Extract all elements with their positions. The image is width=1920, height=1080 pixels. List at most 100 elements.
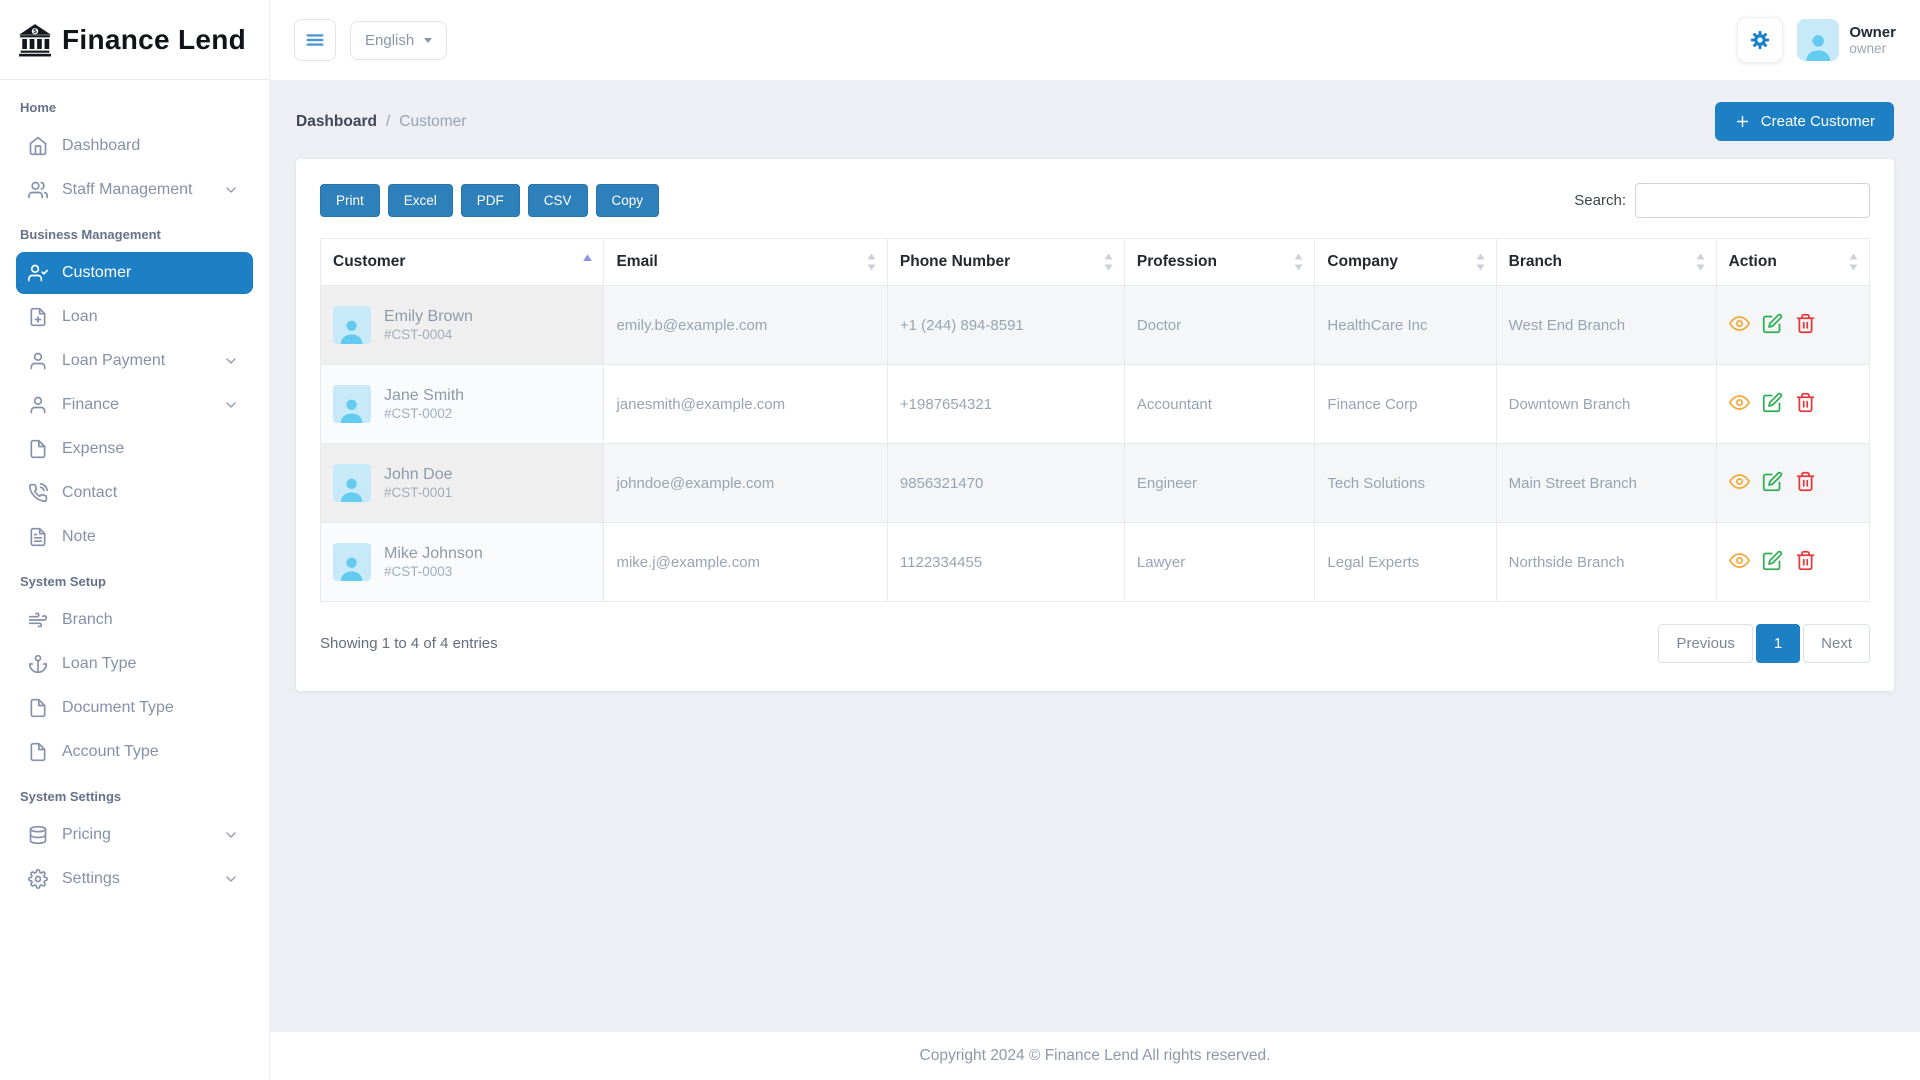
anchor-icon <box>28 654 48 674</box>
column-header-branch[interactable]: Branch <box>1495 238 1717 286</box>
delete-button[interactable] <box>1795 550 1816 571</box>
search-input[interactable] <box>1635 183 1870 218</box>
phone-cell: 1122334455 <box>886 522 1125 602</box>
file-icon <box>28 742 48 762</box>
customer-cell: Mike Johnson #CST-0003 <box>319 522 605 602</box>
user-check-icon <box>28 263 48 283</box>
column-header-action[interactable]: Action <box>1715 238 1871 286</box>
entries-info: Showing 1 to 4 of 4 entries <box>320 635 498 652</box>
next-page-button[interactable]: Next <box>1803 624 1870 663</box>
home-icon <box>28 136 48 156</box>
main-area: English Owner owner Dashboard / Customer… <box>270 0 1920 1080</box>
branch-cell: West End Branch <box>1495 285 1717 365</box>
delete-button[interactable] <box>1795 392 1816 413</box>
column-header-customer[interactable]: Customer <box>319 238 605 286</box>
profession-cell: Doctor <box>1123 285 1316 365</box>
view-button[interactable] <box>1729 471 1750 492</box>
breadcrumb-dashboard[interactable]: Dashboard <box>296 113 377 131</box>
sidebar-item-pricing[interactable]: Pricing <box>16 814 253 856</box>
email-cell: emily.b@example.com <box>603 285 888 365</box>
phone-cell: +1 (244) 894-8591 <box>886 285 1125 365</box>
column-header-profession[interactable]: Profession <box>1123 238 1316 286</box>
action-cell <box>1715 364 1871 444</box>
sidebar-item-label: Pricing <box>62 826 111 843</box>
customer-name: Emily Brown <box>384 307 473 325</box>
edit-button[interactable] <box>1762 313 1783 334</box>
sidebar-item-customer[interactable]: Customer <box>16 252 253 294</box>
action-cell <box>1715 285 1871 365</box>
topbar: English Owner owner <box>270 0 1920 80</box>
customer-cell: Jane Smith #CST-0002 <box>319 364 605 444</box>
sidebar-item-label: Document Type <box>62 699 174 716</box>
trash-icon <box>1795 550 1816 571</box>
sidebar-item-finance[interactable]: Finance <box>16 384 253 426</box>
email-cell: janesmith@example.com <box>603 364 888 444</box>
sidebar-item-expense[interactable]: Expense <box>16 428 253 470</box>
topbar-right: Owner owner <box>1737 17 1896 63</box>
chevron-down-icon <box>221 182 241 198</box>
delete-button[interactable] <box>1795 471 1816 492</box>
sidebar-item-note[interactable]: Note <box>16 516 253 558</box>
column-header-email[interactable]: Email <box>603 238 888 286</box>
sidebar-item-label: Account Type <box>62 743 159 760</box>
sidebar-item-contact[interactable]: Contact <box>16 472 253 514</box>
excel-button[interactable]: Excel <box>387 184 453 217</box>
sidebar-item-branch[interactable]: Branch <box>16 599 253 641</box>
email-cell: mike.j@example.com <box>603 522 888 602</box>
phone-cell: 9856321470 <box>886 443 1125 523</box>
file-icon <box>28 439 48 459</box>
column-header-phone[interactable]: Phone Number <box>886 238 1125 286</box>
company-cell: HealthCare Inc <box>1314 285 1497 365</box>
sort-icon <box>866 254 877 271</box>
trash-icon <box>1795 471 1816 492</box>
branch-cell: Downtown Branch <box>1495 364 1717 444</box>
sidebar-item-account-type[interactable]: Account Type <box>16 731 253 773</box>
sidebar-item-label: Settings <box>62 870 120 887</box>
print-button[interactable]: Print <box>320 184 380 217</box>
company-cell: Tech Solutions <box>1314 443 1497 523</box>
sidebar-item-settings[interactable]: Settings <box>16 858 253 900</box>
sidebar-item-loan[interactable]: Loan <box>16 296 253 338</box>
settings-button[interactable] <box>1737 17 1784 63</box>
sidebar-item-document-type[interactable]: Document Type <box>16 687 253 729</box>
profession-cell: Engineer <box>1123 443 1316 523</box>
section-heading-business-management: Business Management <box>20 227 161 242</box>
edit-icon <box>1762 550 1783 571</box>
sort-icon <box>1695 254 1706 271</box>
delete-button[interactable] <box>1795 313 1816 334</box>
sort-icon <box>1475 254 1486 271</box>
sidebar-item-label: Loan Payment <box>62 352 166 369</box>
customer-name: Jane Smith <box>384 386 465 404</box>
view-button[interactable] <box>1729 392 1750 413</box>
person-icon <box>336 552 367 581</box>
user-menu[interactable]: Owner owner <box>1797 19 1896 61</box>
edit-button[interactable] <box>1762 471 1783 492</box>
company-cell: Legal Experts <box>1314 522 1497 602</box>
view-button[interactable] <box>1729 550 1750 571</box>
sidebar-item-loan-payment[interactable]: Loan Payment <box>16 340 253 382</box>
page-head: Dashboard / Customer Create Customer <box>270 80 1920 159</box>
brand-logo[interactable]: Finance Lend <box>0 0 269 80</box>
bank-icon <box>16 23 54 57</box>
csv-button[interactable]: CSV <box>527 184 588 217</box>
sidebar-item-staff-management[interactable]: Staff Management <box>16 169 253 211</box>
create-customer-button[interactable]: Create Customer <box>1714 102 1894 141</box>
copy-button[interactable]: Copy <box>595 184 660 217</box>
previous-page-button[interactable]: Previous <box>1658 624 1753 663</box>
file-icon <box>28 698 48 718</box>
sort-asc-icon <box>582 254 593 271</box>
create-customer-label: Create Customer <box>1760 113 1875 130</box>
customer-code: #CST-0003 <box>384 563 453 579</box>
menu-toggle-button[interactable] <box>294 19 336 61</box>
sidebar-item-label: Loan <box>62 308 98 325</box>
language-selector[interactable]: English <box>350 20 448 60</box>
view-button[interactable] <box>1729 313 1750 334</box>
pdf-button[interactable]: PDF <box>460 184 520 217</box>
sidebar-item-loan-type[interactable]: Loan Type <box>16 643 253 685</box>
edit-button[interactable] <box>1762 550 1783 571</box>
action-cell <box>1715 522 1871 602</box>
sidebar-item-dashboard[interactable]: Dashboard <box>16 125 253 167</box>
page-1-button[interactable]: 1 <box>1755 624 1801 663</box>
edit-button[interactable] <box>1762 392 1783 413</box>
column-header-company[interactable]: Company <box>1314 238 1497 286</box>
